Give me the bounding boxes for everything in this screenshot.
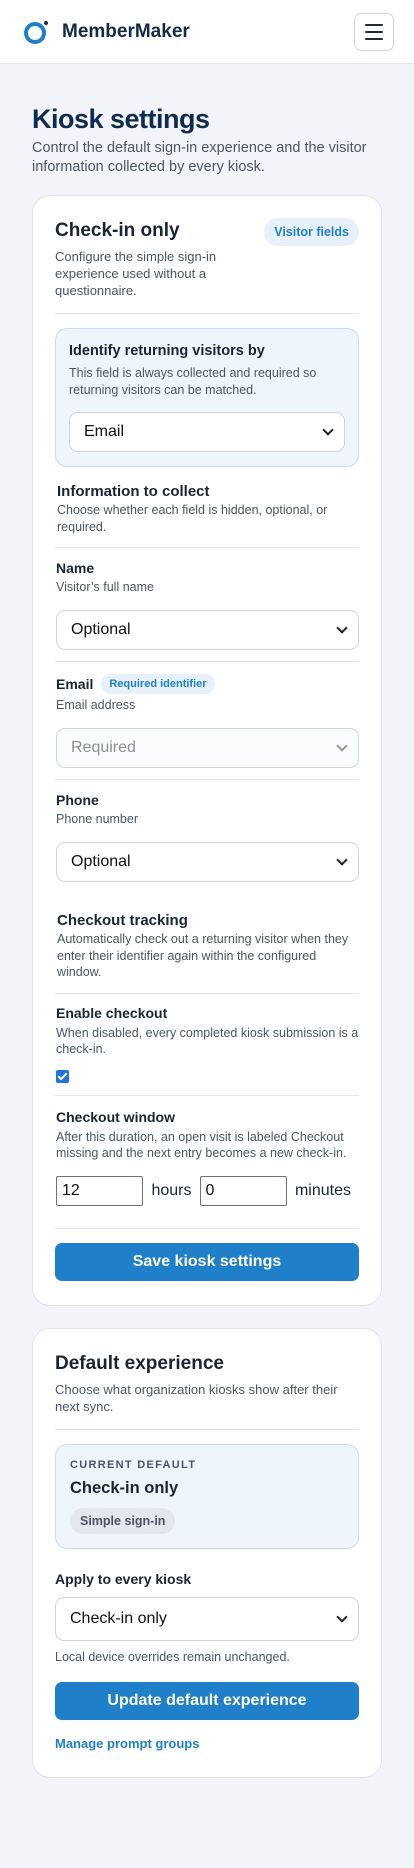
email-visibility-select: Required — [56, 728, 359, 768]
chevron-down-icon — [336, 622, 348, 634]
select-value: Required — [71, 739, 136, 756]
visitor-fields-pill: Visitor fields — [264, 218, 359, 246]
enable-checkout-description: When disabled, every completed kiosk sub… — [56, 1025, 359, 1057]
page-title: Kiosk settings — [32, 104, 210, 134]
required-identifier-badge: Required identifier — [101, 674, 215, 694]
checkout-description: Automatically check out a returning visi… — [57, 932, 349, 979]
manage-prompt-groups-link[interactable]: Manage prompt groups — [55, 1736, 199, 1751]
brand-name: MemberMaker — [62, 20, 190, 42]
enable-checkout-checkbox[interactable] — [56, 1069, 69, 1083]
field-help: Phone number — [56, 812, 139, 826]
card-title: Default experience — [55, 1352, 224, 1374]
save-kiosk-settings-button[interactable]: Save kiosk settings — [55, 1242, 359, 1281]
current-default-value: Check-in only — [70, 1478, 179, 1497]
field-help: Visitor’s full name — [56, 580, 154, 594]
field-label: Phone — [56, 792, 99, 808]
identifier-select-value: Email — [84, 423, 125, 440]
collect-title: Information to collect — [57, 483, 210, 500]
card-description: Choose what organization kiosks show aft… — [55, 1381, 338, 1414]
checkout-window-section: Checkout window After this duration, an … — [55, 1096, 359, 1228]
hamburger-menu-icon[interactable] — [354, 12, 394, 51]
select-value: Optional — [71, 621, 131, 638]
checkout-title: Checkout tracking — [57, 912, 188, 929]
field-name: Name Visitor’s full name Optional — [55, 548, 359, 661]
brand[interactable]: MemberMaker — [24, 18, 190, 44]
update-default-experience-button[interactable]: Update default experience — [55, 1682, 359, 1720]
minutes-input[interactable]: 0 — [199, 1175, 287, 1206]
divider — [55, 1227, 359, 1229]
apply-note: Local device overrides remain unchanged. — [55, 1649, 290, 1664]
checkout-section: Checkout tracking Automatically check ou… — [55, 912, 359, 993]
enable-checkout-title: Enable checkout — [56, 1004, 168, 1021]
minutes-label: minutes — [294, 1181, 351, 1199]
field-label: Email — [56, 676, 94, 692]
checkout-window-description: After this duration, an open visit is la… — [56, 1129, 347, 1161]
collect-section: Information to collect Choose whether ea… — [55, 483, 359, 547]
select-value: Check-in only — [70, 1609, 167, 1627]
card-header: Default experience Choose what organizat… — [55, 1353, 359, 1430]
name-visibility-select[interactable]: Optional — [56, 610, 359, 650]
identify-title: Identify returning visitors by — [69, 343, 265, 359]
select-value: Optional — [71, 853, 131, 870]
hours-label: hours — [151, 1181, 192, 1199]
chevron-down-icon — [336, 854, 348, 866]
collect-description: Choose whether each field is hidden, opt… — [57, 503, 328, 534]
identify-description: This field is always collected and requi… — [69, 366, 317, 397]
membermaker-logo-icon — [24, 18, 50, 44]
field-help: Email address — [56, 698, 136, 712]
current-default-kicker: CURRENT DEFAULT — [70, 1458, 197, 1471]
chevron-down-icon — [322, 424, 334, 436]
hours-input[interactable]: 12 — [56, 1175, 144, 1206]
field-email: Email Required identifier Email address … — [55, 662, 359, 779]
card-header: Check-in only Configure the simple sign-… — [55, 218, 359, 314]
enable-checkout-section: Enable checkout When disabled, every com… — [55, 994, 359, 1095]
identifier-select[interactable]: Email — [69, 412, 345, 452]
top-bar: MemberMaker — [0, 0, 414, 64]
card-title: Check-in only — [55, 220, 180, 241]
card-description: Configure the simple sign-in experience … — [55, 249, 217, 298]
identify-returning-box: Identify returning visitors by This fiel… — [55, 328, 359, 467]
main-content: Kiosk settings Control the default sign-… — [0, 64, 414, 1778]
field-phone: Phone Phone number Optional — [55, 780, 359, 912]
field-label: Name — [56, 560, 95, 576]
apply-label: Apply to every kiosk — [55, 1570, 192, 1587]
phone-visibility-select[interactable]: Optional — [56, 842, 359, 882]
default-experience-card: Default experience Choose what organizat… — [32, 1327, 382, 1778]
page-subtitle: Control the default sign-in experience a… — [32, 140, 367, 175]
checkout-window-title: Checkout window — [56, 1108, 175, 1125]
simple-sign-in-pill: Simple sign-in — [70, 1507, 176, 1534]
current-default-box: CURRENT DEFAULT Check-in only Simple sig… — [55, 1443, 359, 1549]
chevron-down-icon — [336, 740, 348, 752]
checkout-window-inputs: 12 hours 0 minutes — [56, 1175, 359, 1206]
apply-experience-select[interactable]: Check-in only — [55, 1596, 359, 1641]
kiosk-settings-card: Check-in only Configure the simple sign-… — [32, 195, 382, 1306]
chevron-down-icon — [336, 1610, 348, 1623]
